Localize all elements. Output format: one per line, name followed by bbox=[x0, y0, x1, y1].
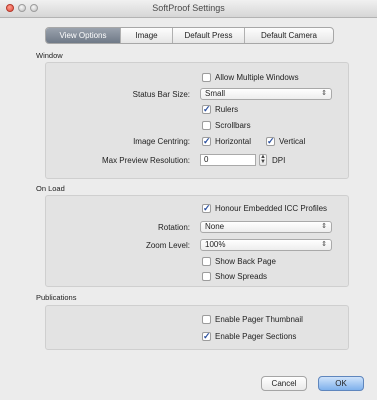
settings-window: SoftProof Settings View Options Image De… bbox=[0, 0, 377, 400]
rotation-select[interactable]: None ⇕ bbox=[200, 221, 332, 233]
image-centring-label: Image Centring: bbox=[133, 137, 190, 146]
allow-multiple-windows-checkbox[interactable] bbox=[202, 73, 211, 82]
max-preview-resolution-stepper[interactable]: ▲ ▼ bbox=[259, 154, 267, 166]
zoom-level-label: Zoom Level: bbox=[145, 241, 190, 250]
section-label-publications: Publications bbox=[36, 293, 77, 302]
window-group: Allow Multiple Windows Status Bar Size: … bbox=[45, 62, 349, 179]
rulers-label: Rulers bbox=[215, 105, 239, 114]
status-bar-size-select[interactable]: Small ⇕ bbox=[200, 88, 332, 100]
cancel-button[interactable]: Cancel bbox=[261, 376, 307, 391]
enable-pager-sections-checkbox[interactable]: ✓ bbox=[202, 332, 211, 341]
horizontal-label: Horizontal bbox=[215, 137, 252, 146]
show-back-page-checkbox[interactable] bbox=[202, 257, 211, 266]
publications-group: Enable Pager Thumbnail ✓ Enable Pager Se… bbox=[45, 305, 349, 350]
status-bar-size-value: Small bbox=[205, 89, 226, 98]
status-bar-size-label: Status Bar Size: bbox=[132, 90, 190, 99]
scrollbars-label: Scrollbars bbox=[215, 121, 251, 130]
tab-bar: View Options Image Default Press Default… bbox=[45, 27, 334, 44]
tab-view-options[interactable]: View Options bbox=[46, 28, 121, 43]
rotation-value: None bbox=[205, 222, 225, 231]
max-preview-resolution-label: Max Preview Resolution: bbox=[101, 156, 190, 165]
honour-icc-checkbox[interactable]: ✓ bbox=[202, 204, 211, 213]
title-bar: SoftProof Settings bbox=[0, 0, 377, 18]
show-spreads-label: Show Spreads bbox=[215, 272, 268, 281]
zoom-level-select[interactable]: 100% ⇕ bbox=[200, 239, 332, 251]
tab-default-press[interactable]: Default Press bbox=[173, 28, 245, 43]
show-back-page-label: Show Back Page bbox=[215, 257, 276, 266]
max-preview-resolution-input[interactable]: 0 bbox=[200, 154, 256, 166]
ok-button[interactable]: OK bbox=[318, 376, 364, 391]
section-label-window: Window bbox=[36, 51, 63, 60]
tab-default-camera[interactable]: Default Camera bbox=[245, 28, 333, 43]
enable-pager-sections-label: Enable Pager Sections bbox=[215, 332, 297, 341]
rotation-label: Rotation: bbox=[157, 223, 190, 232]
allow-multiple-windows-label: Allow Multiple Windows bbox=[215, 73, 299, 82]
vertical-checkbox[interactable]: ✓ bbox=[266, 137, 275, 146]
dpi-unit-label: DPI bbox=[272, 156, 286, 165]
show-spreads-checkbox[interactable] bbox=[202, 272, 211, 281]
on-load-group: ✓ Honour Embedded ICC Profiles Rotation:… bbox=[45, 195, 349, 287]
window-title: SoftProof Settings bbox=[152, 3, 225, 13]
tab-image[interactable]: Image bbox=[121, 28, 173, 43]
section-label-on-load: On Load bbox=[36, 184, 65, 193]
chevron-updown-icon: ⇕ bbox=[321, 241, 327, 248]
enable-pager-thumbnail-checkbox[interactable] bbox=[202, 315, 211, 324]
chevron-updown-icon: ⇕ bbox=[321, 223, 327, 230]
enable-pager-thumbnail-label: Enable Pager Thumbnail bbox=[215, 315, 303, 324]
rulers-checkbox[interactable]: ✓ bbox=[202, 105, 211, 114]
honour-icc-label: Honour Embedded ICC Profiles bbox=[215, 204, 328, 213]
horizontal-checkbox[interactable]: ✓ bbox=[202, 137, 211, 146]
vertical-label: Vertical bbox=[279, 137, 306, 146]
chevron-updown-icon: ⇕ bbox=[321, 90, 327, 97]
scrollbars-checkbox[interactable] bbox=[202, 121, 211, 130]
zoom-level-value: 100% bbox=[205, 240, 226, 249]
